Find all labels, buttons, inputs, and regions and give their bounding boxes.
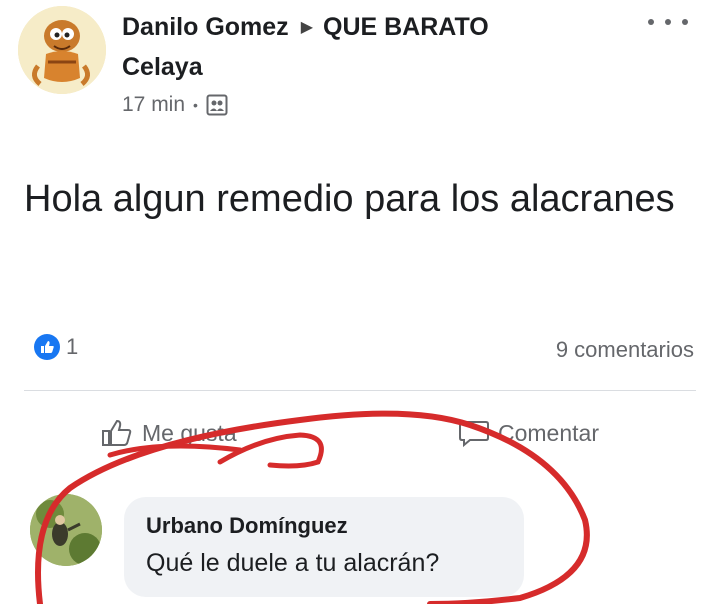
reactions-summary[interactable]: 1 [34, 334, 78, 360]
post-meta: 17 min • [122, 90, 228, 120]
comment-bubble: Urbano Domínguez Qué le duele a tu alacr… [124, 497, 524, 597]
like-button-label: Me gusta [142, 419, 237, 446]
comment-button[interactable]: Comentar [458, 418, 599, 448]
thumbs-up-icon [34, 334, 60, 360]
cartoon-avatar-image [18, 6, 106, 94]
commenter-photo-image [30, 494, 102, 566]
arrow-right-icon: ▶ [300, 19, 313, 36]
group-name-continued[interactable]: Celaya [122, 50, 203, 84]
like-count: 1 [66, 334, 79, 359]
comment-button-label: Comentar [498, 419, 599, 446]
post-text: Hola algun remedio para los alacranes [24, 178, 675, 220]
post-header-line: Danilo Gomez ▶ QUE BARATO [122, 10, 622, 45]
group-audience-icon [206, 94, 228, 116]
thumbs-up-outline-icon [102, 419, 132, 446]
divider [24, 390, 696, 391]
speech-bubble-icon [459, 421, 489, 448]
post-time[interactable]: 17 min [122, 90, 185, 120]
group-name[interactable]: QUE BARATO [323, 13, 489, 41]
separator-dot: • [193, 97, 198, 113]
comment-text: Qué le duele a tu alacrán? [146, 549, 440, 577]
commenter-avatar[interactable] [30, 494, 102, 566]
author-name[interactable]: Danilo Gomez [122, 13, 289, 41]
more-options-button[interactable] [648, 10, 688, 34]
comment-author[interactable]: Urbano Domínguez [146, 513, 348, 539]
ellipsis-icon [648, 19, 654, 25]
like-button[interactable]: Me gusta [100, 418, 237, 448]
comments-count-link[interactable]: 9 comentarios [556, 337, 694, 363]
author-avatar[interactable] [18, 6, 106, 94]
